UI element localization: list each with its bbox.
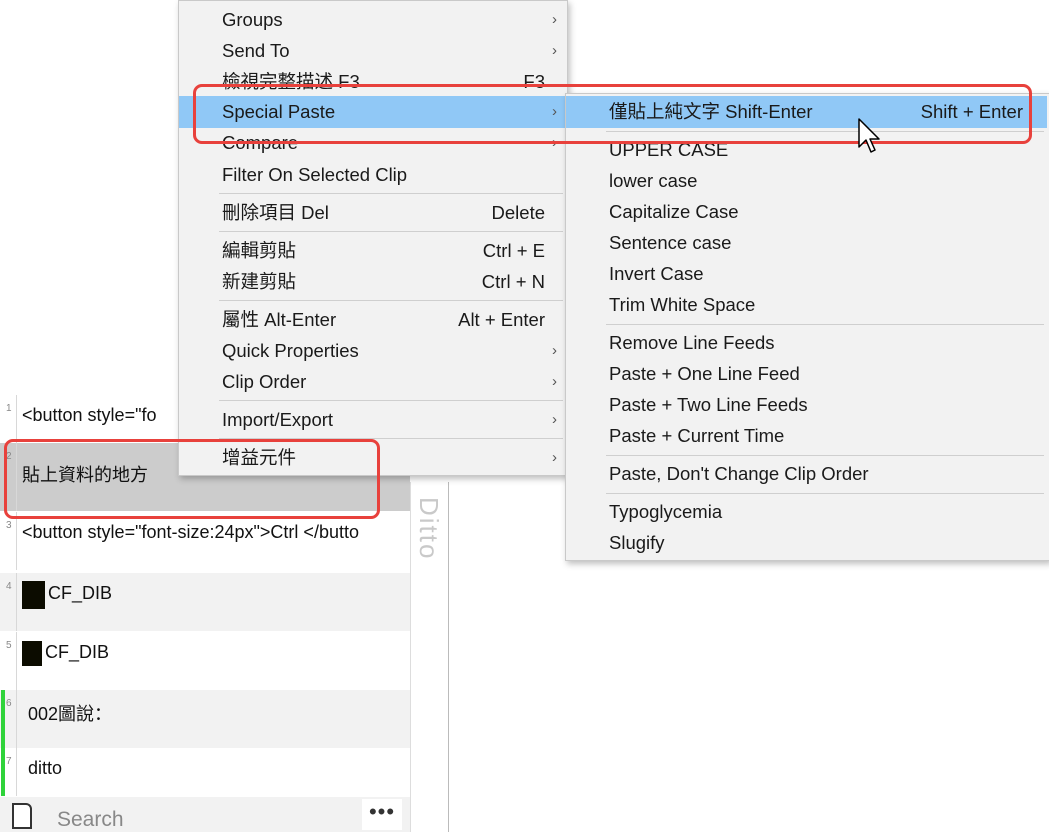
submenu-item-slugify[interactable]: Slugify: [566, 527, 1047, 558]
group-marker: [1, 748, 5, 796]
submenu-item-trim-white-space[interactable]: Trim White Space: [566, 289, 1047, 320]
chevron-right-icon: ›: [552, 42, 557, 59]
menu-item-label: Typoglycemia: [609, 501, 723, 522]
menu-item-groups[interactable]: Groups ›: [179, 4, 565, 35]
submenu-item-typoglycemia[interactable]: Typoglycemia: [566, 496, 1047, 527]
menu-item-label: Trim White Space: [609, 294, 756, 315]
clip-text: <button style="fo: [22, 405, 157, 425]
menu-item-label: Send To: [222, 40, 290, 61]
context-menu: Groups › Send To › 檢視完整描述 F3 F3 Special Pas…: [178, 0, 568, 476]
menu-item-label: Filter On Selected Clip: [222, 164, 408, 185]
submenu-item-paste-keep-order[interactable]: Paste, Don't Change Clip Order: [566, 458, 1047, 489]
chevron-right-icon: ›: [552, 11, 557, 28]
menu-item-label: Capitalize Case: [609, 201, 739, 222]
ditto-sidebar: Ditto: [410, 482, 449, 832]
menu-separator: [219, 400, 563, 401]
menu-item-shortcut: Ctrl + N: [481, 271, 545, 292]
submenu-item-lower-case[interactable]: lower case: [566, 165, 1047, 196]
mouse-cursor-icon: [858, 118, 880, 153]
clip-row[interactable]: 5 CF_DIB: [0, 632, 410, 690]
group-marker: [1, 690, 5, 748]
clip-text: CF_DIB: [45, 642, 110, 662]
chevron-right-icon: ›: [552, 411, 557, 428]
menu-item-label: 新建剪貼: [222, 271, 297, 292]
submenu-item-invert-case[interactable]: Invert Case: [566, 258, 1047, 289]
more-options-button[interactable]: •••: [362, 799, 402, 830]
clip-row[interactable]: 6 002圖說：: [0, 690, 410, 748]
submenu-item-paste-one-line-feed[interactable]: Paste + One Line Feed: [566, 358, 1047, 389]
clip-text: 002圖說：: [28, 704, 113, 724]
menu-item-shortcut: Delete: [491, 202, 545, 223]
submenu-item-remove-line-feeds[interactable]: Remove Line Feeds: [566, 327, 1047, 358]
image-thumbnail: [22, 641, 42, 666]
submenu-item-paste-two-line-feeds[interactable]: Paste + Two Line Feeds: [566, 389, 1047, 420]
clip-number: 5: [6, 640, 12, 651]
menu-item-properties[interactable]: 屬性 Alt-Enter Alt + Enter: [179, 304, 565, 335]
clip-number: 1: [6, 403, 12, 414]
submenu-item-sentence-case[interactable]: Sentence case: [566, 227, 1047, 258]
clip-number: 7: [6, 756, 12, 767]
gutter-line: [16, 573, 17, 631]
menu-item-import-export[interactable]: Import/Export ›: [179, 404, 565, 435]
menu-item-quick-properties[interactable]: Quick Properties ›: [179, 335, 565, 366]
menu-item-delete[interactable]: 刪除項目 Del Delete: [179, 197, 565, 228]
clip-number: 3: [6, 520, 12, 531]
menu-item-new-clip[interactable]: 新建剪貼 Ctrl + N: [179, 266, 565, 297]
menu-item-label: Quick Properties: [222, 340, 359, 361]
clip-number: 6: [6, 698, 12, 709]
menu-item-label: Paste + Current Time: [609, 425, 785, 446]
gutter-line: [16, 690, 17, 748]
menu-item-label: Groups: [222, 9, 283, 30]
menu-separator: [219, 231, 563, 232]
image-thumbnail: [22, 581, 45, 609]
menu-item-label: 屬性 Alt-Enter: [222, 309, 337, 330]
menu-item-filter[interactable]: Filter On Selected Clip: [179, 159, 565, 190]
menu-separator: [606, 493, 1044, 494]
menu-item-label: Import/Export: [222, 409, 334, 430]
menu-item-label: Paste, Don't Change Clip Order: [609, 463, 869, 484]
submenu-item-paste-current-time[interactable]: Paste + Current Time: [566, 420, 1047, 451]
gutter-line: [16, 632, 17, 690]
annotation-highlight-special-paste: [193, 84, 1032, 144]
clip-number: 4: [6, 581, 12, 592]
menu-separator: [219, 300, 563, 301]
menu-item-label: Paste + One Line Feed: [609, 363, 800, 384]
gutter-line: [16, 512, 17, 570]
menu-item-label: 刪除項目 Del: [222, 202, 329, 223]
clip-text: ditto: [28, 758, 63, 778]
menu-item-edit-clip[interactable]: 編輯剪貼 Ctrl + E: [179, 235, 565, 266]
annotation-highlight-paste-target: [4, 439, 380, 519]
menu-item-shortcut: Ctrl + E: [482, 240, 545, 261]
chevron-right-icon: ›: [552, 342, 557, 359]
menu-item-label: lower case: [609, 170, 698, 191]
search-input[interactable]: Search: [57, 808, 124, 832]
document-icon[interactable]: [12, 803, 32, 829]
menu-separator: [606, 324, 1044, 325]
clip-text: <button style="font-size:24px">Ctrl </bu…: [22, 522, 359, 542]
menu-item-shortcut: Alt + Enter: [458, 309, 545, 330]
menu-item-clip-order[interactable]: Clip Order ›: [179, 366, 565, 397]
menu-separator: [606, 455, 1044, 456]
special-paste-submenu: 僅貼上純文字 Shift-Enter Shift + Enter UPPER CA…: [565, 93, 1049, 561]
menu-item-label: 編輯剪貼: [222, 240, 297, 261]
clip-row[interactable]: 7 ditto: [0, 748, 410, 796]
menu-item-label: Invert Case: [609, 263, 704, 284]
menu-item-label: Slugify: [609, 532, 665, 553]
menu-item-label: Sentence case: [609, 232, 732, 253]
chevron-right-icon: ›: [552, 373, 557, 390]
menu-separator: [219, 193, 563, 194]
submenu-item-capitalize-case[interactable]: Capitalize Case: [566, 196, 1047, 227]
clip-text: CF_DIB: [48, 583, 113, 603]
menu-item-label: Remove Line Feeds: [609, 332, 775, 353]
menu-item-label: Clip Order: [222, 371, 307, 392]
clip-row[interactable]: 3 <button style="font-size:24px">Ctrl </…: [0, 512, 410, 570]
menu-item-label: Paste + Two Line Feeds: [609, 394, 808, 415]
gutter-line: [16, 748, 17, 796]
chevron-right-icon: ›: [552, 449, 557, 466]
clip-row[interactable]: 4 CF_DIB: [0, 573, 410, 631]
search-bar: Search •••: [0, 797, 410, 832]
ditto-label: Ditto: [414, 497, 444, 561]
menu-item-send-to[interactable]: Send To ›: [179, 35, 565, 66]
